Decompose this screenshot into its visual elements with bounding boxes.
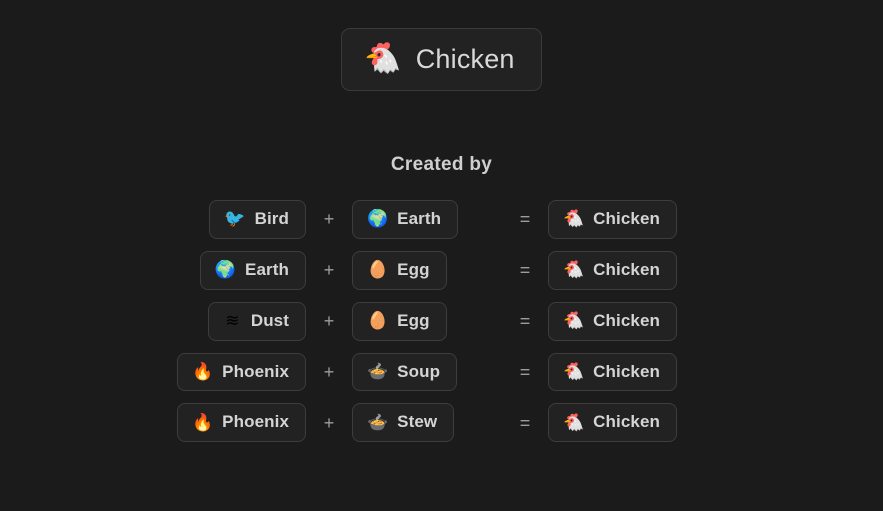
result-label: Chicken [593, 209, 661, 228]
recipe-right-slot: 🍲 Stew [352, 403, 502, 443]
chicken-emoji: 🐔 [563, 412, 585, 432]
ingredient-label: Earth [397, 209, 442, 228]
fire-emoji: 🔥 [192, 412, 214, 432]
recipe-right-slot: 🥚 Egg [352, 250, 502, 290]
equals-operator: = [519, 412, 531, 433]
plus-operator: + [323, 311, 335, 332]
equals-operator: = [519, 209, 531, 230]
fire-emoji: 🔥 [192, 361, 214, 381]
recipe-result-slot: 🐔 Chicken [548, 250, 883, 290]
recipe-row: 🌍 Earth + 🥚 Egg = 🐔 Chicken [0, 250, 883, 290]
ingredient-card-left[interactable]: 🐦 Bird [209, 200, 306, 239]
recipe-result-slot: 🐔 Chicken [548, 200, 883, 239]
recipe-list: 🐦 Bird + 🌍 Earth = 🐔 Chicken 🌍 Earth + 🥚… [0, 200, 883, 443]
equals-operator: = [519, 361, 531, 382]
page-title: Chicken [415, 43, 515, 74]
ingredient-label: Soup [397, 361, 441, 381]
ingredient-label: Egg [397, 310, 430, 330]
egg-emoji: 🥚 [367, 260, 389, 280]
recipe-row: 🔥 Phoenix + 🍲 Soup = 🐔 Chicken [0, 352, 883, 392]
recipe-right-slot: 🍲 Soup [352, 352, 502, 392]
ingredient-label: Bird [254, 209, 289, 228]
ingredient-label: Egg [397, 259, 430, 279]
recipe-row: 🔥 Phoenix + 🍲 Stew = 🐔 Chicken [0, 403, 883, 443]
ingredient-card-left[interactable]: ≋ Dust [207, 301, 306, 341]
bird-emoji: 🐦 [224, 209, 246, 229]
result-label: Chicken [593, 361, 661, 381]
recipe-left-slot: 🔥 Phoenix [0, 403, 306, 443]
plus-operator: + [323, 412, 335, 433]
pot-of-food-emoji: 🍲 [367, 412, 389, 432]
recipe-result-slot: 🐔 Chicken [548, 403, 883, 443]
ingredient-label: Phoenix [222, 361, 289, 381]
created-by-heading: Created by [390, 154, 493, 175]
result-label: Chicken [593, 259, 661, 279]
title-section: 🐔 Chicken [0, 0, 883, 91]
result-label: Chicken [593, 412, 661, 432]
element-crafting-page: 🐔 Chicken Created by 🐦 Bird + 🌍 Earth = [0, 0, 883, 511]
chicken-emoji: 🐔 [563, 209, 585, 229]
recipe-row: ≋ Dust + 🥚 Egg = 🐔 Chicken [0, 301, 883, 341]
plus-operator: + [323, 209, 335, 230]
pot-of-food-emoji: 🍲 [367, 361, 389, 381]
recipe-right-slot: 🌍 Earth [352, 200, 502, 239]
egg-emoji: 🥚 [367, 311, 389, 331]
chicken-emoji: 🐔 [563, 260, 585, 280]
recipe-result-slot: 🐔 Chicken [548, 301, 883, 341]
earth-emoji: 🌍 [214, 260, 237, 280]
chicken-emoji: 🐔 [563, 361, 585, 381]
recipe-left-slot: 🔥 Phoenix [0, 352, 306, 392]
equals-operator: = [519, 311, 531, 332]
result-card[interactable]: 🐔 Chicken [548, 200, 678, 239]
ingredient-card-left[interactable]: 🔥 Phoenix [177, 403, 306, 443]
ingredient-label: Earth [245, 259, 289, 279]
plus-operator: + [323, 361, 335, 382]
chicken-emoji: 🐔 [364, 42, 402, 75]
ingredient-card-right[interactable]: 🍲 Stew [352, 403, 455, 443]
plus-operator: + [323, 260, 335, 281]
recipe-left-slot: 🐦 Bird [0, 200, 306, 239]
result-label: Chicken [593, 310, 661, 330]
ingredient-card-right[interactable]: 🍲 Soup [352, 352, 458, 392]
earth-emoji: 🌍 [367, 209, 389, 229]
ingredient-card-right[interactable]: 🥚 Egg [352, 301, 447, 341]
ingredient-card-left[interactable]: 🔥 Phoenix [177, 352, 306, 392]
ingredient-card-left[interactable]: 🌍 Earth [199, 250, 306, 290]
result-card[interactable]: 🐔 Chicken [548, 250, 678, 290]
recipe-right-slot: 🥚 Egg [352, 301, 502, 341]
result-card[interactable]: 🐔 Chicken [548, 352, 678, 392]
result-card[interactable]: 🐔 Chicken [548, 403, 678, 443]
ingredient-card-right[interactable]: 🌍 Earth [352, 200, 459, 239]
ingredient-label: Stew [397, 412, 438, 432]
element-title-card[interactable]: 🐔 Chicken [341, 28, 542, 91]
result-card[interactable]: 🐔 Chicken [548, 301, 678, 341]
dust-waves-icon: ≋ [225, 311, 240, 331]
recipe-left-slot: 🌍 Earth [0, 250, 306, 290]
recipe-row: 🐦 Bird + 🌍 Earth = 🐔 Chicken [0, 200, 883, 239]
recipe-result-slot: 🐔 Chicken [548, 352, 883, 392]
chicken-emoji: 🐔 [563, 311, 585, 331]
recipe-left-slot: ≋ Dust [0, 301, 306, 341]
equals-operator: = [519, 260, 531, 281]
ingredient-label: Dust [250, 310, 289, 330]
ingredient-label: Phoenix [222, 412, 289, 432]
ingredient-card-right[interactable]: 🥚 Egg [352, 250, 447, 290]
